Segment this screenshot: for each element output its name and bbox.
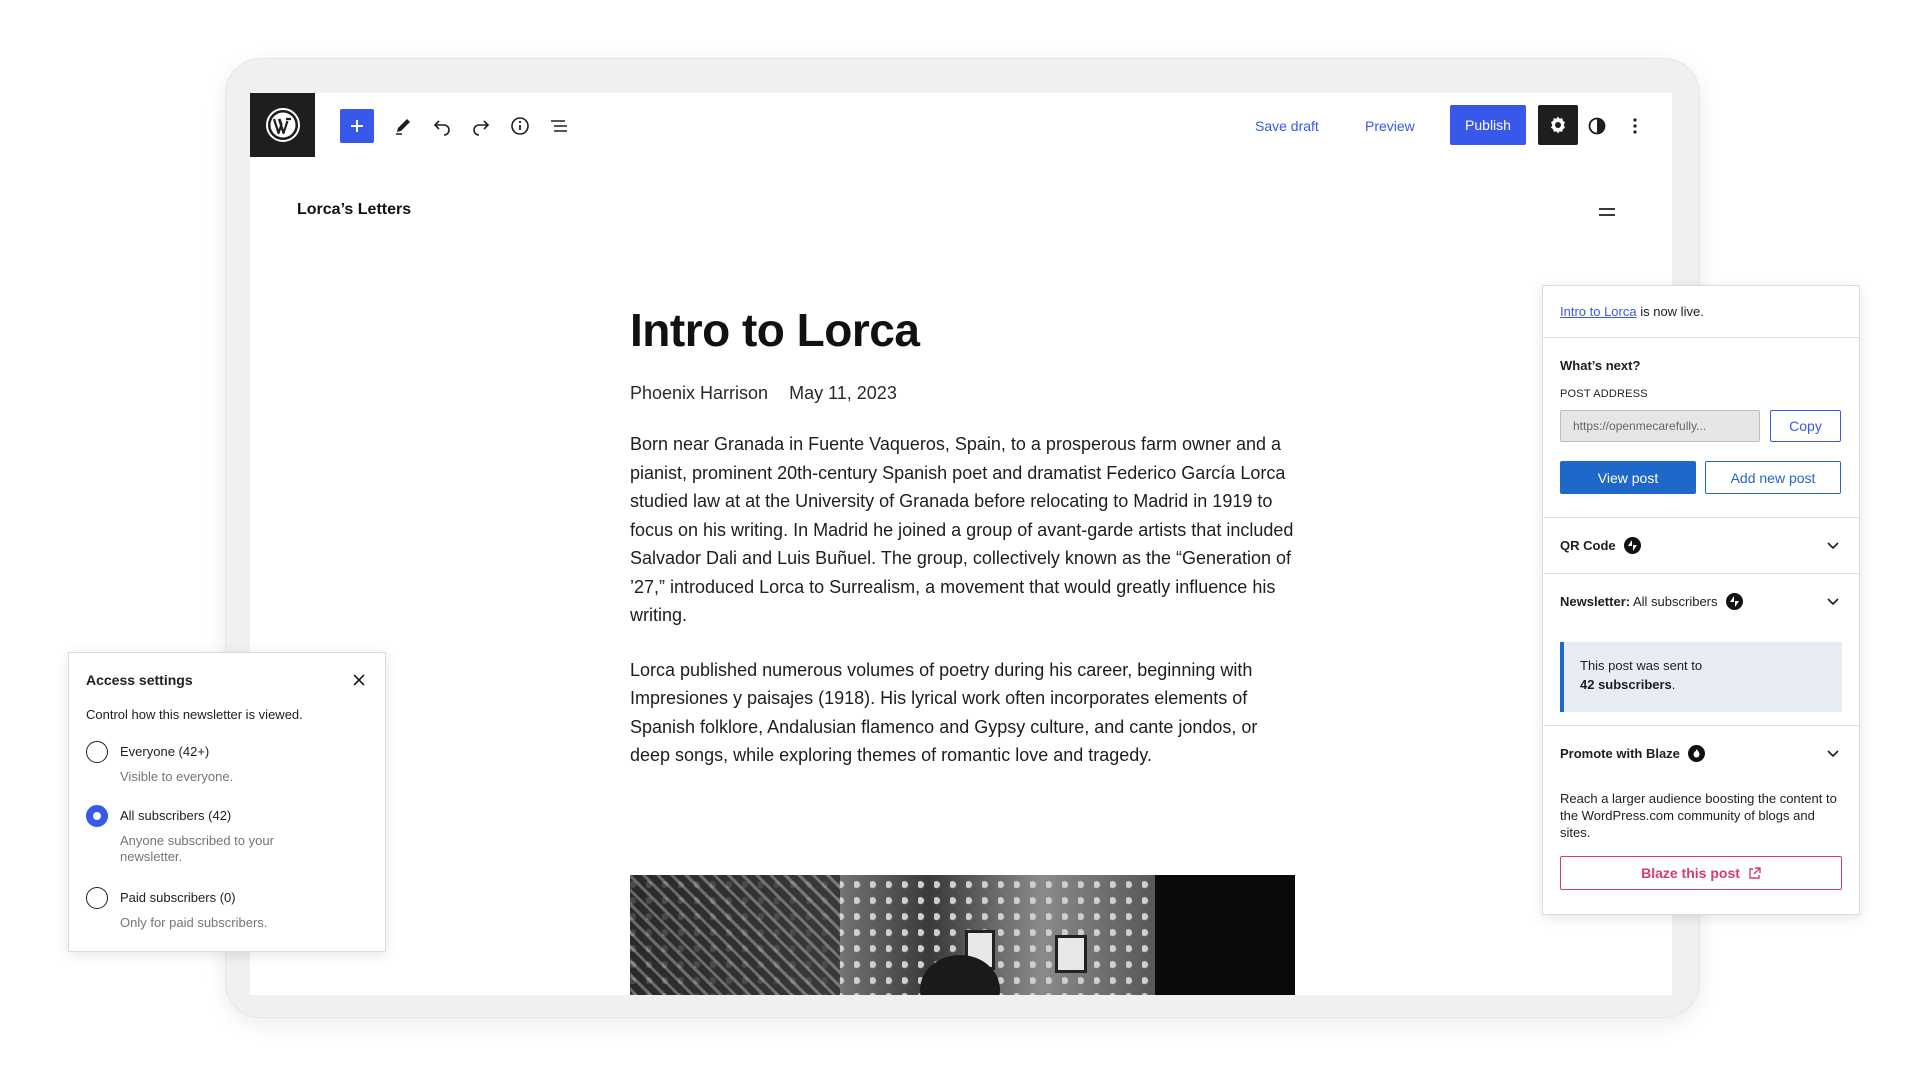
- image-block[interactable]: [630, 875, 1295, 995]
- settings-button[interactable]: [1538, 105, 1578, 145]
- newsletter-sent-notice: This post was sent to 42 subscribers.: [1560, 642, 1842, 712]
- promote-header[interactable]: Promote with Blaze: [1560, 745, 1705, 762]
- preview-button[interactable]: Preview: [1365, 109, 1415, 143]
- paragraph-block[interactable]: Born near Granada in Fuente Vaqueros, Sp…: [630, 430, 1295, 630]
- newsletter-value: All subscribers: [1630, 594, 1718, 609]
- view-post-button[interactable]: View post: [1560, 461, 1696, 494]
- blaze-this-post-button[interactable]: Blaze this post: [1560, 856, 1842, 890]
- jetpack-icon: [1623, 537, 1641, 554]
- notice-end: .: [1671, 677, 1676, 692]
- post-address-label: POST ADDRESS: [1560, 388, 1648, 400]
- post-address-input[interactable]: [1560, 410, 1760, 442]
- access-settings-popover: Access settings Control how this newslet…: [68, 652, 386, 952]
- promote-title: Promote with Blaze: [1560, 746, 1680, 761]
- tools-button[interactable]: [386, 109, 420, 143]
- option-help: Anyone subscribed to your newsletter.: [120, 833, 274, 864]
- list-view-icon: [551, 120, 567, 132]
- redo-button[interactable]: [464, 109, 498, 143]
- option-label: Paid subscribers (0): [120, 890, 236, 905]
- paragraph-block[interactable]: Lorca published numerous volumes of poet…: [630, 656, 1295, 770]
- redo-icon: [473, 120, 490, 136]
- option-label: All subscribers (42): [120, 808, 232, 823]
- image-detail: [1055, 935, 1087, 973]
- qr-code-title: QR Code: [1560, 538, 1616, 553]
- editor-toolbar: Save draft Preview Publish: [250, 93, 1672, 157]
- image-detail: [630, 875, 840, 995]
- newsletter-label: Newsletter:: [1560, 594, 1631, 609]
- wordpress-logo[interactable]: [250, 93, 315, 157]
- whats-next-section: What’s next? POST ADDRESS Copy View post…: [1543, 338, 1859, 518]
- post-link[interactable]: Intro to Lorca: [1560, 304, 1637, 319]
- more-options-button[interactable]: [1618, 109, 1652, 143]
- menu-icon: [1599, 208, 1615, 216]
- add-new-post-button[interactable]: Add new post: [1705, 461, 1841, 494]
- image-detail: [1155, 875, 1295, 995]
- details-button[interactable]: [503, 109, 537, 143]
- chevron-down-icon[interactable]: [1825, 538, 1841, 554]
- copy-button[interactable]: Copy: [1770, 410, 1841, 442]
- external-link-icon: [1748, 866, 1761, 880]
- post-published-panel: Intro to Lorca is now live. What’s next?…: [1542, 285, 1860, 915]
- list-view-button[interactable]: [542, 109, 576, 143]
- option-label: Everyone (42+): [120, 744, 210, 759]
- post-title[interactable]: Intro to Lorca: [630, 303, 1295, 357]
- subscriber-count: 42 subscribers: [1580, 677, 1672, 692]
- post-live-notice: Intro to Lorca is now live.: [1543, 286, 1859, 338]
- blaze-button-label: Blaze this post: [1641, 865, 1740, 881]
- promote-description: Reach a larger audience boosting the con…: [1560, 791, 1837, 840]
- more-vertical-icon: [1633, 118, 1637, 134]
- close-button[interactable]: [349, 670, 369, 690]
- pencil-icon: [396, 119, 410, 135]
- site-title[interactable]: Lorca’s Letters: [297, 201, 411, 219]
- plus-icon: [351, 120, 363, 132]
- post-meta: Phoenix Harrison May 11, 2023: [630, 383, 1295, 404]
- notice-line: This post was sent to: [1580, 658, 1703, 673]
- radio-button[interactable]: [86, 741, 108, 763]
- chevron-down-icon[interactable]: [1825, 746, 1841, 762]
- close-icon: [353, 674, 365, 686]
- newsletter-section: Newsletter: All subscribers This post wa…: [1543, 574, 1859, 726]
- access-settings-description: Control how this newsletter is viewed.: [86, 707, 303, 722]
- contrast-toggle[interactable]: [1580, 109, 1614, 143]
- chevron-down-icon[interactable]: [1825, 594, 1841, 610]
- radio-button-selected[interactable]: [86, 805, 108, 827]
- publish-button[interactable]: Publish: [1450, 105, 1526, 145]
- post-content: Intro to Lorca Phoenix Harrison May 11, …: [630, 303, 1295, 770]
- post-author[interactable]: Phoenix Harrison: [630, 383, 768, 403]
- whats-next-heading: What’s next?: [1560, 358, 1641, 373]
- post-date[interactable]: May 11, 2023: [789, 383, 897, 403]
- undo-button[interactable]: [425, 109, 459, 143]
- qr-code-section[interactable]: QR Code: [1543, 518, 1859, 574]
- live-text: is now live.: [1636, 304, 1704, 319]
- add-block-button[interactable]: [340, 109, 374, 143]
- blaze-flame-icon: [1687, 745, 1705, 762]
- undo-icon: [433, 120, 450, 136]
- gear-icon: [1551, 116, 1565, 134]
- option-help: Visible to everyone.: [120, 769, 234, 784]
- contrast-icon: [1588, 117, 1606, 135]
- editor-screen: Save draft Preview Publish Lorca’s Lette…: [250, 93, 1672, 995]
- save-draft-button[interactable]: Save draft: [1255, 109, 1319, 143]
- newsletter-header[interactable]: Newsletter: All subscribers: [1560, 593, 1743, 610]
- info-icon: [511, 117, 529, 135]
- promote-blaze-section: Promote with Blaze Reach a larger audien…: [1543, 726, 1859, 914]
- radio-button[interactable]: [86, 887, 108, 909]
- navigation-menu-button[interactable]: [1595, 200, 1619, 224]
- access-settings-title: Access settings: [86, 672, 193, 688]
- option-help: Only for paid subscribers.: [120, 915, 268, 930]
- jetpack-icon: [1725, 593, 1743, 610]
- qr-code-header: QR Code: [1560, 537, 1641, 554]
